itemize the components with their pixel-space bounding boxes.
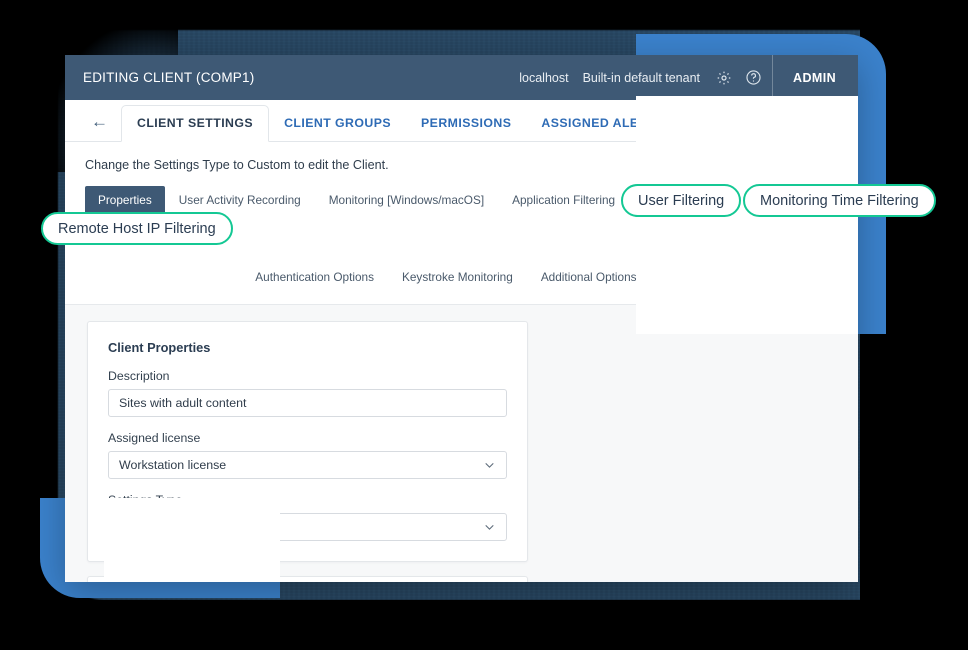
host-label: localhost [519,70,569,85]
subtab-keystroke-monitoring[interactable]: Keystroke Monitoring [388,264,527,290]
admin-user-label[interactable]: ADMIN [772,55,858,100]
titlebar-right-group: localhost Built-in default tenant ADMIN [519,55,858,100]
tab-client-settings[interactable]: CLIENT SETTINGS [121,105,270,142]
assigned-license-value: Workstation license [119,458,227,472]
tenant-label: Built-in default tenant [582,70,701,85]
description-input[interactable]: Sites with adult content [108,389,507,417]
tab-permissions[interactable]: PERMISSIONS [406,116,526,141]
back-arrow-icon[interactable]: ← [91,113,108,130]
callout-remote-host-ip-filtering[interactable]: Remote Host IP Filtering [41,212,233,245]
chevron-down-icon [483,521,496,534]
subtab-user-activity-recording[interactable]: User Activity Recording [165,187,315,213]
gear-icon[interactable] [714,68,734,88]
subtab-authentication-options[interactable]: Authentication Options [241,264,388,290]
page-title: EDITING CLIENT (COMP1) [83,70,255,85]
callout-user-filtering[interactable]: User Filtering [621,184,742,217]
screenshot-stage: EDITING CLIENT (COMP1) localhost Built-i… [0,0,968,650]
brush-mask-bottom [0,600,968,650]
subtab-monitoring-windows-macos[interactable]: Monitoring [Windows/macOS] [315,187,498,213]
subtab-application-filtering[interactable]: Application Filtering [498,187,629,213]
assigned-license-label: Assigned license [108,431,201,445]
description-label: Description [108,369,170,383]
window-titlebar: EDITING CLIENT (COMP1) localhost Built-i… [65,55,858,100]
subtab-additional-options[interactable]: Additional Options [527,264,651,290]
tab-client-groups[interactable]: CLIENT GROUPS [269,116,406,141]
chevron-down-icon [483,459,496,472]
help-circle-icon[interactable] [743,68,763,88]
accent-shape-bottom-left-cutout [104,498,280,580]
subtab-properties[interactable]: Properties [85,186,165,214]
callout-monitoring-time-filtering[interactable]: Monitoring Time Filtering [743,184,936,217]
client-properties-title: Client Properties [108,340,211,355]
assigned-license-select[interactable]: Workstation license [108,451,507,479]
